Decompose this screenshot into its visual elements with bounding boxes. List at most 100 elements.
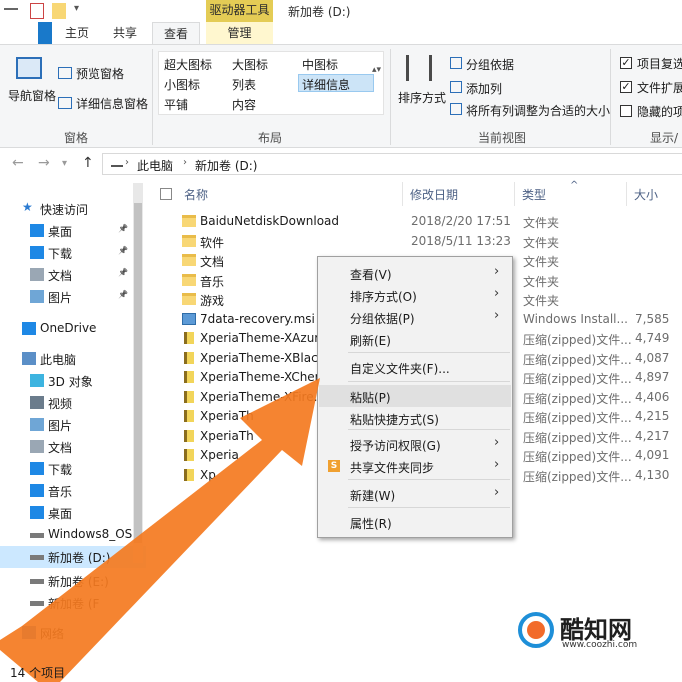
breadcrumb-this-pc[interactable]: 此电脑 [137, 157, 173, 174]
context-menu-item[interactable]: 粘贴(P) [319, 385, 511, 407]
navigation-pane-icon[interactable] [16, 57, 42, 79]
file-name: Xperia [200, 448, 239, 462]
sidebar-item[interactable]: 图片 📌 [0, 286, 146, 308]
context-menu-label: 粘贴(P) [350, 391, 391, 405]
context-menu-item[interactable]: 自定义文件夹(F)... [319, 356, 511, 378]
sidebar-item[interactable]: 下载 📌 [0, 242, 146, 264]
context-menu-item[interactable]: 授予访问权限(G) › [319, 433, 511, 455]
tab-home[interactable]: 主页 [60, 22, 94, 44]
show-hide-group-label: 显示/ [650, 131, 679, 145]
sort-icon[interactable] [406, 55, 432, 81]
sidebar-item[interactable]: 桌面 [0, 502, 146, 524]
sidebar-item[interactable]: 3D 对象 [0, 370, 146, 392]
sidebar-item[interactable]: 下载 [0, 458, 146, 480]
sidebar-item-label: 下载 [48, 463, 73, 477]
sidebar-item[interactable]: 新加卷 (E:) [0, 570, 146, 592]
column-name[interactable]: 名称 [184, 186, 208, 203]
column-date[interactable]: 修改日期 [410, 186, 458, 203]
nav-scrollbar[interactable] [133, 183, 143, 563]
file-type: 压缩(zipped)文件... [523, 391, 632, 406]
breadcrumb-drive[interactable]: 新加卷 (D:) [195, 157, 257, 174]
context-menu-label: 自定义文件夹(F)... [350, 362, 450, 376]
sidebar-item[interactable]: OneDrive [0, 318, 146, 340]
item-checkbox-toggle[interactable]: ✓ [620, 57, 632, 69]
sidebar-item[interactable]: 文档 📌 [0, 264, 146, 286]
context-menu-item[interactable]: 排序方式(O) › [319, 284, 511, 306]
sidebar-item-label: 新加卷 (F [48, 597, 100, 611]
layout-scroll-icon[interactable]: ▴▾ [372, 65, 381, 75]
layout-medium-icons[interactable]: 中图标 [302, 56, 338, 73]
file-row[interactable]: BaiduNetdiskDownload 2018/2/20 17:51 文件夹 [178, 212, 682, 231]
file-ext-toggle[interactable]: ✓ [620, 81, 632, 93]
context-menu-item[interactable]: 分组依据(P) › [319, 306, 511, 328]
sidebar-item[interactable]: 网络 [0, 622, 146, 644]
document-icon [30, 440, 44, 453]
layout-list[interactable]: 列表 [232, 76, 256, 93]
tab-manage[interactable]: 管理 [206, 22, 273, 44]
qa-dropdown-icon[interactable]: ▾ [74, 3, 79, 19]
context-menu-item[interactable]: 粘贴快捷方式(S) [319, 407, 511, 429]
sidebar-item[interactable]: Windows8_OS [0, 524, 146, 546]
sidebar-item[interactable]: 音乐 [0, 480, 146, 502]
context-tab-title: 驱动器工具 [206, 0, 273, 22]
sidebar-item[interactable]: 文档 [0, 436, 146, 458]
column-size[interactable]: 大小 [634, 186, 658, 203]
layout-details[interactable]: 详细信息 [302, 76, 350, 93]
layout-extra-large-icons[interactable]: 超大图标 [164, 56, 212, 73]
save-icon[interactable] [4, 8, 18, 10]
column-type[interactable]: 类型 [522, 186, 546, 203]
column-divider[interactable] [514, 182, 515, 206]
sidebar-item[interactable]: ★ 快速访问 [0, 198, 146, 220]
fit-columns-button[interactable]: 将所有列调整为合适的大小 [466, 102, 610, 119]
layout-small-icons[interactable]: 小图标 [164, 76, 200, 93]
new-folder-icon[interactable] [52, 3, 66, 19]
sidebar-item[interactable]: 桌面 📌 [0, 220, 146, 242]
tab-view[interactable]: 查看 [152, 22, 200, 44]
column-divider[interactable] [626, 182, 627, 206]
download-icon [30, 246, 44, 259]
context-menu-item[interactable]: 新建(W) › [319, 483, 511, 505]
group-by-button[interactable]: 分组依据 [466, 56, 514, 73]
nav-scrollbar-thumb[interactable] [134, 203, 142, 543]
picture-icon [30, 290, 44, 303]
sidebar-item[interactable]: 新加卷 (D:) [0, 546, 146, 568]
preview-pane-button[interactable]: 预览窗格 [76, 65, 124, 82]
context-menu-item[interactable]: 属性(R) [319, 511, 511, 533]
sort-button[interactable]: 排序方式 [398, 89, 446, 106]
back-arrow-icon[interactable]: ← [12, 155, 24, 171]
hidden-items-toggle[interactable] [620, 105, 632, 117]
sidebar-item[interactable]: 此电脑 [0, 348, 146, 370]
sidebar-item[interactable]: 视频 [0, 392, 146, 414]
file-size: 4,406 [635, 389, 670, 404]
zip-icon [184, 429, 194, 442]
sidebar-item[interactable]: 新加卷 (F [0, 592, 146, 614]
address-bar[interactable]: › 此电脑 › 新加卷 (D:) [102, 153, 682, 175]
tab-share[interactable]: 共享 [108, 22, 142, 44]
add-column-icon [450, 81, 462, 93]
layout-tiles[interactable]: 平铺 [164, 96, 188, 113]
select-all-checkbox[interactable] [160, 188, 172, 200]
context-menu-item[interactable]: S 共享文件夹同步 › [319, 455, 511, 477]
sidebar-item-label: 下载 [48, 247, 73, 261]
context-menu-label: 粘贴快捷方式(S) [350, 413, 439, 427]
drive-icon [30, 533, 44, 538]
navigation-pane-button[interactable]: 导航窗格 [8, 87, 56, 104]
layout-content[interactable]: 内容 [232, 96, 256, 113]
layout-large-icons[interactable]: 大图标 [232, 56, 268, 73]
context-menu: 查看(V) › 排序方式(O) › 分组依据(P) › 刷新(E) 自定义文件夹(F)... 粘… [317, 256, 513, 538]
context-menu-item[interactable]: 查看(V) › [319, 262, 511, 284]
details-pane-button[interactable]: 详细信息窗格 [76, 95, 148, 112]
file-row[interactable]: 软件 2018/5/11 13:23 文件夹 [178, 232, 682, 251]
tab-file[interactable] [38, 22, 52, 44]
context-menu-item[interactable]: 刷新(E) [319, 328, 511, 350]
up-arrow-icon[interactable]: ↑ [82, 155, 94, 171]
forward-arrow-icon[interactable]: → [38, 155, 50, 171]
context-menu-label: 授予访问权限(G) [350, 439, 441, 453]
column-divider[interactable] [402, 182, 403, 206]
sidebar-item[interactable]: 图片 [0, 414, 146, 436]
file-name: 文档 [200, 255, 225, 269]
add-column-button[interactable]: 添加列 [466, 80, 502, 97]
recent-dropdown-icon[interactable]: ▾ [62, 158, 67, 169]
submenu-arrow-icon: › [494, 264, 500, 279]
properties-icon[interactable] [30, 3, 44, 19]
